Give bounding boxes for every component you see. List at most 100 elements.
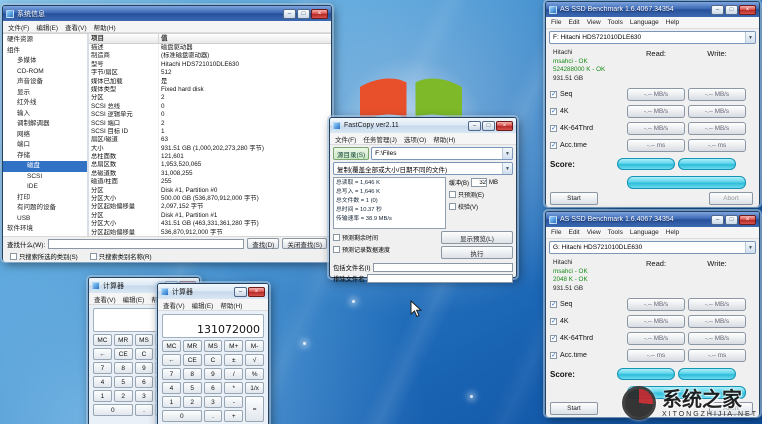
calc-key[interactable]: C [135,348,154,360]
minimize-button[interactable]: – [468,121,481,131]
calc-key[interactable]: . [204,410,223,422]
calc-key[interactable]: ← [93,348,112,360]
tree-item[interactable]: 调制解调器 [3,119,87,130]
calc-key[interactable]: / [224,368,243,380]
menu-item[interactable]: Tools [608,229,623,236]
calc-key[interactable]: 1 [93,390,112,402]
calc-key[interactable]: CE [183,354,202,366]
asssd1-titlebar[interactable]: AS SSD Benchmark 1.6.4067.34354 – □ × [546,2,759,17]
minimize-button[interactable]: – [711,215,724,225]
verify-checkbox[interactable]: 校验(V) [449,202,513,211]
tree-item[interactable]: 多媒体 [3,56,87,67]
table-row[interactable]: 描述 磁盘驱动器 [89,44,331,52]
calc-key[interactable]: 7 [93,362,112,374]
tree-item[interactable]: 红外线 [3,98,87,109]
close-button[interactable]: × [311,9,328,19]
read-result-button[interactable]: -.-- MB/s [627,332,685,345]
calc-key[interactable]: 0 [93,404,133,416]
table-row[interactable]: 分区大小 431.51 GB (463,331,361,280 字节) [89,220,331,228]
tree-item[interactable]: 打印 [3,193,87,204]
calc2-titlebar[interactable]: 计算器 – × [158,284,268,299]
write-result-button[interactable]: -.-- MB/s [688,298,746,311]
table-row[interactable]: 总扇区数 1,953,520,065 [89,161,331,169]
menu-item[interactable]: 帮助(H) [433,134,455,144]
read-result-button[interactable]: -.-- ms [627,349,685,362]
write-result-button[interactable]: -.-- ms [688,349,746,362]
calc-key[interactable]: 8 [114,362,133,374]
calc-key[interactable]: CE [114,348,133,360]
calc-key[interactable]: 1 [162,396,181,408]
start-button[interactable]: Start [550,402,598,415]
maximize-button[interactable]: □ [725,5,738,15]
buffer-input[interactable] [471,178,487,187]
calc-key[interactable]: + [224,410,243,422]
tree-item[interactable]: 存储 [3,151,87,162]
calc-key[interactable]: 6 [135,376,154,388]
test-checkbox[interactable]: ✓ [550,318,557,325]
abort-button[interactable]: Abort [709,192,753,205]
menu-item[interactable]: 查看(V) [65,22,87,32]
minimize-button[interactable]: – [711,5,724,15]
close-button[interactable]: × [739,215,756,225]
table-row[interactable]: SCSI 逻辑单元 0 [89,111,331,119]
menu-item[interactable]: 编辑(E) [192,300,214,310]
test-checkbox[interactable]: ✓ [550,108,557,115]
table-row[interactable]: 总磁道数 31,008,255 [89,170,331,178]
fastcopy-titlebar[interactable]: FastCopy ver2.11 – □ × [330,118,516,133]
calc-key[interactable]: = [245,396,264,422]
calc-key[interactable]: MC [93,334,112,346]
calc-key[interactable]: 3 [135,390,154,402]
tree-item[interactable]: 网络 [3,130,87,141]
calc-key[interactable]: 2 [183,396,202,408]
close-button[interactable]: × [496,121,513,131]
write-result-button[interactable]: -.-- ms [688,139,746,152]
include-filter-input[interactable] [373,263,513,272]
read-score-button[interactable] [617,158,675,170]
calc-key[interactable]: * [224,382,243,394]
tree-item[interactable]: USB [3,214,87,225]
listing-button[interactable]: 显示预览(L) [441,231,513,244]
copy-mode-combo[interactable]: 复制(覆盖全部或大小/日期不同的文件) ▼ [333,162,513,175]
table-row[interactable]: 分区 Disk #1, Partition #1 [89,212,331,220]
calc-key[interactable]: 2 [114,390,133,402]
write-result-button[interactable]: -.-- MB/s [688,315,746,328]
test-checkbox[interactable]: ✓ [550,301,557,308]
calc-key[interactable]: 5 [183,382,202,394]
table-row[interactable]: 分区 Disk #1, Partition #0 [89,187,331,195]
calc-key[interactable]: 9 [135,362,154,374]
menu-item[interactable]: File [551,229,561,236]
menu-item[interactable]: 任务管理(J) [363,134,397,144]
drive-select[interactable]: F: Hitachi HDS721010DLE630 ▼ [549,31,756,44]
maximize-button[interactable]: □ [482,121,495,131]
menu-item[interactable]: 文件(F) [8,22,29,32]
calc-key[interactable]: MC [162,340,181,352]
menu-item[interactable]: View [587,19,601,26]
read-score-button[interactable] [617,368,675,380]
find-button[interactable]: 查找(D) [247,238,279,249]
find-input[interactable] [48,239,244,249]
tree-item[interactable]: 输入 [3,109,87,120]
source-button[interactable]: 源目录(S) [333,147,369,160]
tree-item[interactable]: 硬件资源 [3,35,87,46]
tree-item[interactable]: SCSI [3,172,87,183]
calc-key[interactable]: MR [183,340,202,352]
read-result-button[interactable]: -.-- MB/s [627,298,685,311]
calc-key[interactable]: M- [245,340,264,352]
menu-item[interactable]: 编辑(E) [36,22,58,32]
calc-key[interactable]: 4 [93,376,112,388]
close-find-button[interactable]: 关闭查找(S) [282,238,327,249]
table-row[interactable]: 扇区/磁道 63 [89,136,331,144]
menu-item[interactable]: Language [630,19,659,26]
calc-key[interactable]: 0 [162,410,202,422]
table-row[interactable]: 制造商 (标准磁盘驱动器) [89,52,331,60]
calc-key[interactable]: 3 [204,396,223,408]
search-category-names-checkbox[interactable]: 只搜索类别名称(R) [90,252,152,261]
menu-item[interactable]: Language [630,229,659,236]
search-selected-category-checkbox[interactable]: 只搜索所选的类别(S) [10,252,78,261]
test-checkbox[interactable]: ✓ [550,91,557,98]
total-score-button[interactable] [627,176,746,189]
calc-key[interactable]: 9 [204,368,223,380]
calc-key[interactable]: C [204,354,223,366]
tree-item[interactable]: 软件环境 [3,224,87,235]
tree-item[interactable]: CD-ROM [3,67,87,78]
